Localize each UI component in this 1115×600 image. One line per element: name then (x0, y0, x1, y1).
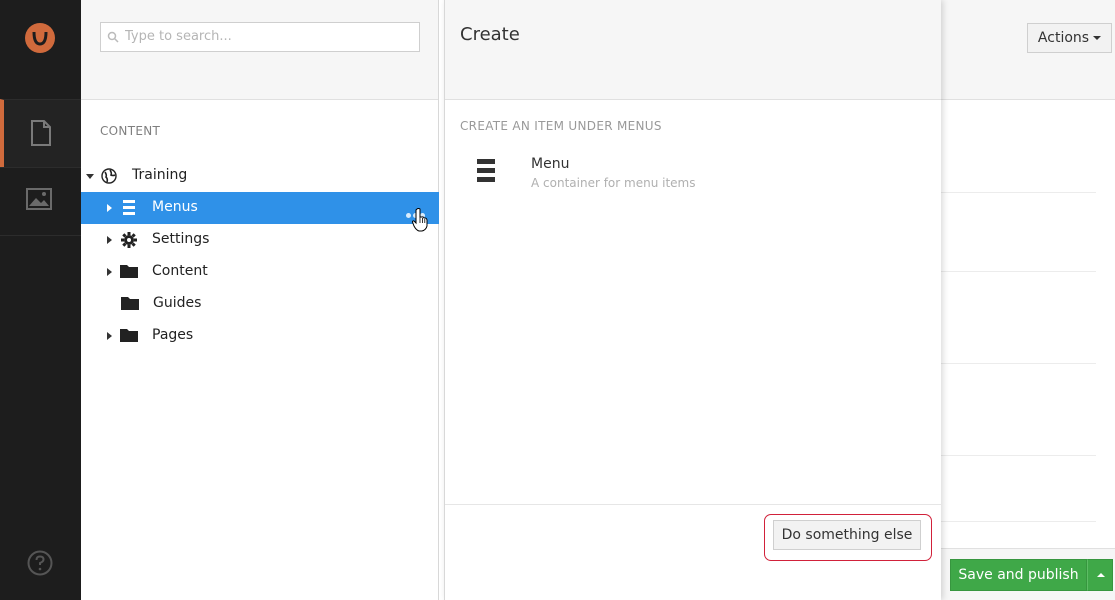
document-icon (31, 120, 51, 146)
section-label: CONTENT (100, 124, 161, 138)
dialog-title: Create (460, 24, 520, 45)
divider (941, 455, 1096, 456)
section-content[interactable] (0, 99, 81, 167)
caret-up-icon (1097, 573, 1105, 577)
dialog-footer: Do something else (445, 504, 942, 600)
tree-node-label: Settings (152, 231, 210, 247)
editor-panel: Actions Save and publish (941, 0, 1115, 600)
tree-node-pages[interactable]: Pages (81, 320, 439, 352)
tree-node-guides[interactable]: Guides (81, 288, 439, 320)
save-and-publish-button[interactable]: Save and publish (950, 559, 1087, 591)
tree-node-content[interactable]: Content (81, 256, 439, 288)
caret-down-icon[interactable] (86, 174, 94, 179)
caret-right-icon[interactable] (107, 332, 112, 340)
dialog-subtitle: CREATE AN ITEM UNDER MENUS (460, 119, 662, 133)
save-options-button[interactable] (1087, 559, 1113, 591)
create-option-menu[interactable]: Menu A container for menu items (460, 150, 920, 194)
umbraco-logo-icon[interactable] (24, 22, 56, 54)
divider (941, 192, 1096, 193)
tree-node-training[interactable]: Training (81, 160, 439, 192)
tree-node-label: Guides (153, 295, 202, 311)
search-input[interactable] (125, 29, 405, 44)
content-tree-panel: CONTENT Training Menus Settings (81, 0, 439, 600)
caret-right-icon[interactable] (107, 236, 112, 244)
tree-node-label: Training (132, 167, 188, 183)
gear-icon (121, 232, 137, 248)
hand-cursor-icon (412, 208, 428, 232)
caret-right-icon[interactable] (107, 204, 112, 212)
create-dialog: Create CREATE AN ITEM UNDER MENUS Menu A… (444, 0, 942, 600)
search-icon (107, 31, 119, 43)
image-icon (26, 188, 52, 210)
search-box[interactable] (100, 22, 420, 52)
tree-header (81, 0, 438, 100)
tree-node-label: Pages (152, 327, 194, 343)
divider (941, 271, 1096, 272)
globe-icon (101, 168, 117, 184)
option-description: A container for menu items (531, 176, 696, 190)
section-media[interactable] (0, 167, 81, 235)
actions-button[interactable]: Actions (1027, 23, 1112, 53)
divider (941, 363, 1096, 364)
tree-node-label: Content (152, 263, 208, 279)
editor-header: Actions (941, 0, 1115, 100)
folder-icon (120, 265, 138, 278)
editor-footer: Save and publish (941, 548, 1115, 600)
option-name: Menu (531, 156, 570, 172)
tree-node-label: Menus (152, 199, 198, 215)
folder-icon (121, 297, 139, 310)
menu-list-icon (477, 159, 495, 182)
folder-icon (120, 329, 138, 342)
caret-right-icon[interactable] (107, 268, 112, 276)
create-header: Create (445, 0, 941, 100)
do-something-else-button[interactable]: Do something else (773, 520, 921, 550)
menu-list-icon (123, 200, 135, 215)
divider (941, 521, 1096, 522)
app-sidebar (0, 0, 81, 600)
caret-down-icon (1093, 36, 1102, 40)
help-icon[interactable] (27, 550, 53, 580)
tree-node-menus[interactable]: Menus (81, 192, 439, 224)
actions-label: Actions (1037, 30, 1090, 46)
tree-node-settings[interactable]: Settings (81, 224, 439, 256)
